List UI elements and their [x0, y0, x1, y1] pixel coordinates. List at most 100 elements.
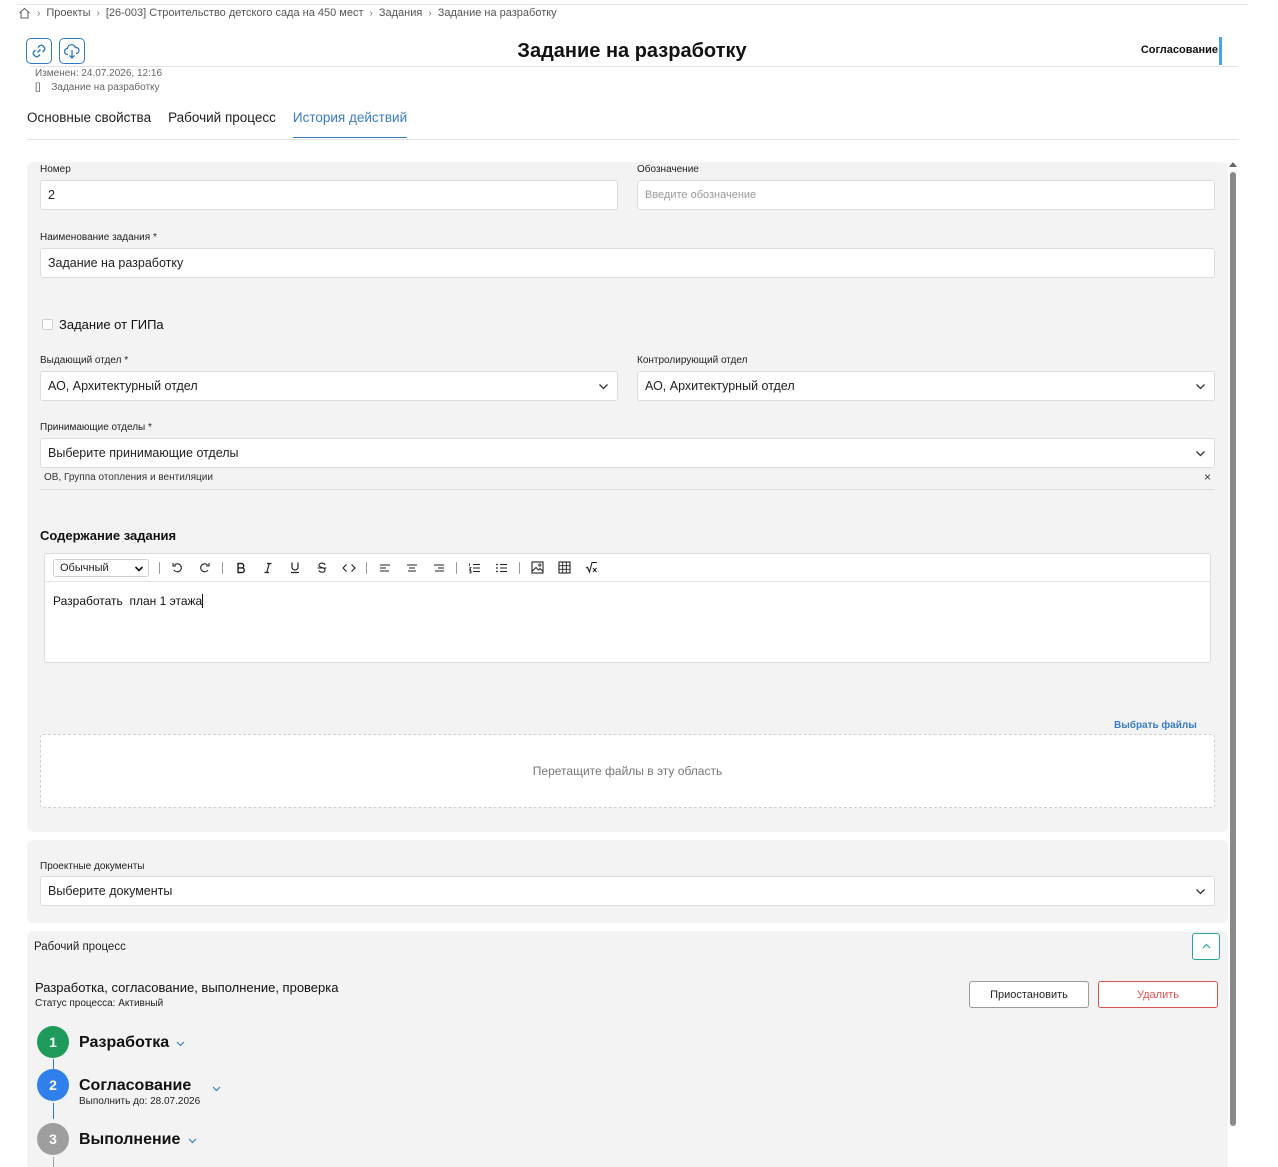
step-title-approval[interactable]: Согласование	[79, 1077, 191, 1095]
rich-text-editor[interactable]: Обычный Разработать план 1 этажа	[44, 553, 1211, 663]
tab-history[interactable]: История действий	[292, 110, 408, 138]
ordered-list-button[interactable]	[461, 558, 488, 578]
redo-icon	[200, 563, 210, 573]
bold-button[interactable]	[227, 558, 254, 578]
align-left-button[interactable]	[371, 558, 398, 578]
scroll-up-arrow[interactable]	[1229, 162, 1237, 167]
number-label: Номер	[40, 164, 71, 175]
bold-icon	[236, 562, 245, 573]
step-title-development[interactable]: Разработка	[79, 1034, 169, 1052]
remove-tag-icon[interactable]: ×	[1204, 470, 1211, 484]
insert-table-button[interactable]	[551, 558, 578, 578]
step-title-execution[interactable]: Выполнение	[79, 1131, 180, 1149]
tab-main-properties[interactable]: Основные свойства	[27, 110, 151, 138]
scrollbar-thumb[interactable]	[1230, 172, 1236, 1126]
chevron-down-icon[interactable]	[175, 1038, 186, 1049]
chevron-up-icon	[1202, 943, 1210, 949]
pause-workflow-button[interactable]: Приостановить	[969, 981, 1089, 1008]
tab-bar: Основные свойства Рабочий процесс Истори…	[27, 110, 408, 138]
step-connector	[53, 1157, 54, 1167]
file-dropzone[interactable]: Перетащите файлы в эту область	[40, 734, 1215, 808]
breadcrumb-item-project[interactable]: [26-003] Строительство детского сада на …	[106, 7, 364, 19]
text-caret	[202, 594, 204, 608]
project-documents-placeholder: Выберите документы	[48, 884, 173, 898]
undo-icon	[172, 563, 182, 573]
chevron-down-icon	[599, 384, 608, 390]
task-name-label: Наименование задания *	[40, 232, 157, 243]
project-documents-select[interactable]: Выберите документы	[40, 876, 1215, 906]
step-due-date: Выполнить до: 28.07.2026	[79, 1096, 201, 1107]
control-dept-select[interactable]: АО, Архитектурный отдел	[637, 371, 1215, 401]
receiving-dept-tag: ОВ, Группа отопления и вентиляции	[44, 472, 213, 483]
tab-workflow[interactable]: Рабочий процесс	[168, 110, 276, 138]
workflow-status: Статус процесса: Активный	[35, 998, 164, 1009]
align-center-button[interactable]	[398, 558, 425, 578]
breadcrumb-item-current: Задание на разработку	[437, 7, 557, 19]
modified-date: Изменен: 24.07.2026, 12:16	[35, 68, 163, 79]
receiving-depts-placeholder: Выберите принимающие отделы	[48, 446, 239, 460]
align-right-button[interactable]	[425, 558, 452, 578]
doc-ref-bracket: []	[35, 82, 41, 93]
content-section-title: Содержание задания	[40, 528, 177, 543]
underline-button[interactable]	[281, 558, 308, 578]
editor-content[interactable]: Разработать план 1 этажа	[53, 594, 204, 608]
image-icon	[531, 561, 544, 574]
toolbar-separator	[456, 561, 457, 574]
redo-button[interactable]	[191, 558, 218, 578]
receiving-depts-select[interactable]: Выберите принимающие отделы	[40, 438, 1215, 468]
step-connector	[53, 1059, 54, 1069]
undo-button[interactable]	[164, 558, 191, 578]
step-number-badge: 3	[37, 1123, 69, 1155]
breadcrumb-item-projects[interactable]: Проекты	[46, 7, 90, 19]
workflow-panel: Рабочий процесс Разработка, согласование…	[27, 931, 1228, 1167]
home-icon[interactable]	[18, 7, 31, 19]
chevron-down-icon	[1196, 889, 1205, 895]
strikethrough-icon	[317, 562, 326, 573]
step-number-badge: 1	[37, 1026, 69, 1058]
step-connector	[53, 1103, 54, 1119]
ordered-list-icon	[468, 562, 480, 573]
breadcrumb: › Проекты › [26-003] Строительство детск…	[18, 5, 557, 21]
tag-divider	[40, 489, 1215, 490]
task-name-input[interactable]: Задание на разработку	[40, 248, 1215, 278]
table-icon	[558, 561, 571, 574]
workflow-section-label: Рабочий процесс	[34, 941, 126, 953]
format-select-value: Обычный	[60, 561, 109, 574]
doc-ref-label: Задание на разработку	[51, 82, 160, 93]
breadcrumb-item-tasks[interactable]: Задания	[379, 7, 422, 19]
italic-button[interactable]	[254, 558, 281, 578]
align-left-icon	[379, 563, 390, 572]
number-input[interactable]: 2	[40, 180, 618, 210]
gip-checkbox[interactable]	[42, 319, 53, 330]
chevron-down-icon[interactable]	[211, 1083, 222, 1094]
delete-workflow-button[interactable]: Удалить	[1098, 981, 1218, 1008]
toolbar-separator	[366, 561, 367, 574]
code-button[interactable]	[335, 558, 362, 578]
issuing-dept-select[interactable]: АО, Архитектурный отдел	[40, 371, 618, 401]
chevron-down-icon	[1196, 384, 1205, 390]
header-divider	[30, 66, 1238, 67]
status-badge: Согласование	[1140, 44, 1218, 56]
editor-text: Разработать план 1 этажа	[53, 594, 203, 608]
formula-icon	[585, 561, 597, 574]
strikethrough-button[interactable]	[308, 558, 335, 578]
designation-label: Обозначение	[637, 164, 699, 175]
tabs-divider	[27, 139, 1238, 140]
choose-files-link[interactable]: Выбрать файлы	[1114, 720, 1197, 731]
insert-image-button[interactable]	[524, 558, 551, 578]
insert-formula-button[interactable]	[578, 558, 605, 578]
dropzone-text: Перетащите файлы в эту область	[532, 764, 723, 778]
control-dept-label: Контролирующий отдел	[637, 355, 748, 366]
step-number-badge: 2	[37, 1069, 69, 1101]
designation-input[interactable]: Введите обозначение	[637, 180, 1215, 210]
format-select[interactable]: Обычный	[53, 558, 149, 577]
control-dept-value: АО, Архитектурный отдел	[645, 379, 795, 393]
chevron-right-icon: ›	[37, 7, 41, 19]
bullet-list-button[interactable]	[488, 558, 515, 578]
workflow-name: Разработка, согласование, выполнение, пр…	[35, 980, 339, 995]
issuing-dept-label: Выдающий отдел *	[40, 355, 129, 366]
chevron-down-icon[interactable]	[187, 1135, 198, 1146]
code-icon	[341, 563, 356, 572]
collapse-workflow-button[interactable]	[1192, 933, 1220, 960]
chevron-down-icon	[1196, 451, 1205, 457]
